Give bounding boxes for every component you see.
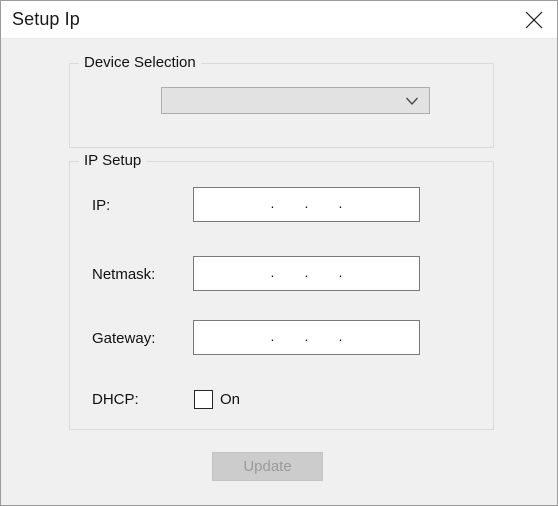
gateway-value: . . . xyxy=(194,321,419,354)
gateway-separator-1: . xyxy=(270,327,275,344)
ip-address-input[interactable]: . . . xyxy=(193,187,420,222)
update-button[interactable]: Update xyxy=(212,452,323,481)
dhcp-checkbox[interactable]: On xyxy=(194,390,240,409)
window-title: Setup Ip xyxy=(12,9,80,29)
device-selection-group: Device Selection xyxy=(69,54,494,148)
gateway-separator-2: . xyxy=(304,327,309,344)
close-button[interactable] xyxy=(511,1,557,38)
gateway-input[interactable]: . . . xyxy=(193,320,420,355)
title-bar: Setup Ip xyxy=(1,1,557,39)
dhcp-checkbox-label: On xyxy=(220,391,241,408)
netmask-label: Netmask: xyxy=(92,266,156,283)
close-icon xyxy=(524,10,544,30)
setup-ip-dialog: Setup Ip Device Selection IP Setup IP: .… xyxy=(0,0,558,506)
ip-separator-2: . xyxy=(304,194,309,211)
checkbox-box-icon xyxy=(194,390,213,409)
ip-label: IP: xyxy=(92,197,111,214)
ip-separator-1: . xyxy=(270,194,275,211)
ip-setup-legend: IP Setup xyxy=(79,152,147,169)
ip-separator-3: . xyxy=(338,194,343,211)
dialog-body: Device Selection IP Setup IP: . . . Netm… xyxy=(1,39,557,505)
netmask-separator-1: . xyxy=(270,263,275,280)
device-selection-combobox[interactable] xyxy=(161,87,430,114)
dhcp-label: DHCP: xyxy=(92,391,139,408)
ip-address-value: . . . xyxy=(194,188,419,221)
gateway-separator-3: . xyxy=(338,327,343,344)
netmask-separator-3: . xyxy=(338,263,343,280)
netmask-input[interactable]: . . . xyxy=(193,256,420,291)
netmask-separator-2: . xyxy=(304,263,309,280)
gateway-label: Gateway: xyxy=(92,330,156,347)
device-selection-legend: Device Selection xyxy=(79,54,201,71)
ip-setup-group: IP Setup IP: . . . Netmask: . . . Gatewa… xyxy=(69,152,494,430)
netmask-value: . . . xyxy=(194,257,419,290)
chevron-down-icon xyxy=(402,88,422,113)
